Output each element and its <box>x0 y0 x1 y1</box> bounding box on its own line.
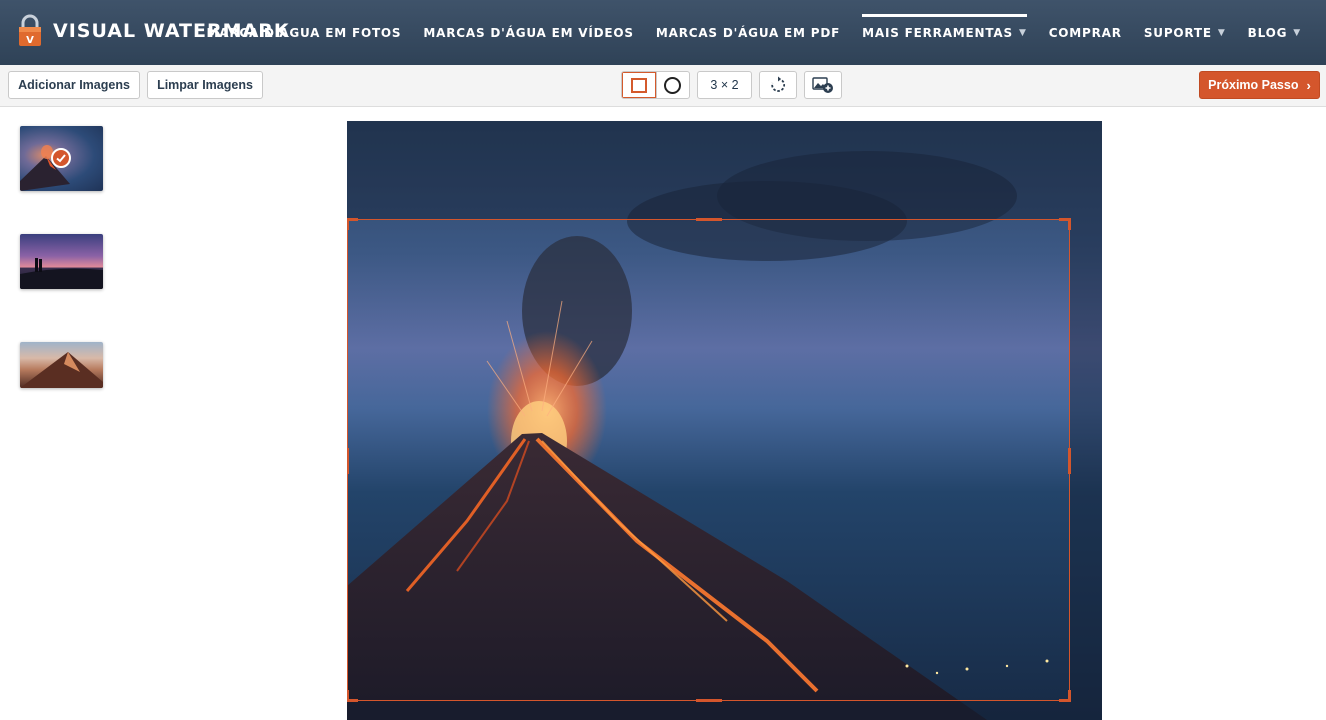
thumbnail-volcano[interactable] <box>20 126 103 191</box>
crop-handle-bottom-middle[interactable] <box>696 699 722 702</box>
caret-down-icon: ▼ <box>1293 27 1301 38</box>
padlock-logo-icon: V <box>15 14 45 48</box>
top-navigation-bar: V VISUAL WATERMARK MARCA D'ÁGUA EM FOTOS… <box>0 0 1326 65</box>
nav-label: BLOG <box>1247 25 1288 40</box>
crop-handle-top-left-v[interactable] <box>347 218 349 230</box>
nav-item-blog[interactable]: BLOG ▼ <box>1237 0 1312 65</box>
thumbnail-sunset-couple[interactable] <box>20 234 103 289</box>
nav-label: SUPORTE <box>1143 25 1212 40</box>
crop-handle-bottom-right-v[interactable] <box>1068 690 1071 702</box>
crop-handle-top-right-v[interactable] <box>1068 218 1071 230</box>
crop-handle-top-middle[interactable] <box>696 218 722 221</box>
nav-label: COMPRAR <box>1048 25 1122 40</box>
nav-label: MARCAS D'ÁGUA EM VÍDEOS <box>423 25 634 40</box>
add-image-overlay-button[interactable] <box>804 71 842 99</box>
crop-handle-left-middle[interactable] <box>347 448 349 474</box>
caret-down-icon: ▼ <box>1217 27 1226 38</box>
nav-item-watermark-pdf[interactable]: MARCAS D'ÁGUA EM PDF <box>645 0 851 65</box>
nav-item-more-tools[interactable]: MAIS FERRAMENTAS ▼ <box>851 0 1038 65</box>
crop-handle-right-middle[interactable] <box>1068 448 1071 474</box>
nav-label: MARCAS D'ÁGUA EM PDF <box>655 25 841 40</box>
main-nav: MARCA D'ÁGUA EM FOTOS MARCAS D'ÁGUA EM V… <box>195 0 1312 65</box>
clear-images-button[interactable]: Limpar Imagens <box>147 71 263 99</box>
rectangle-icon <box>630 77 647 93</box>
circle-shape-button[interactable] <box>655 72 690 98</box>
nav-item-buy[interactable]: COMPRAR <box>1038 0 1133 65</box>
image-editor-canvas[interactable] <box>347 121 1102 720</box>
chevron-right-icon: › <box>1306 77 1311 93</box>
circle-icon <box>664 76 682 94</box>
thumbnail-mountain-ridge[interactable] <box>20 342 103 388</box>
caret-down-icon: ▼ <box>1018 27 1027 38</box>
crop-selection-frame[interactable] <box>347 218 1071 702</box>
nav-item-support[interactable]: SUPORTE ▼ <box>1133 0 1237 65</box>
next-step-label: Próximo Passo <box>1208 78 1299 92</box>
rotate-button[interactable] <box>759 71 797 99</box>
sunset-thumbnail-image <box>20 258 103 289</box>
aspect-ratio-button[interactable]: 3 × 2 <box>697 71 752 99</box>
crop-mask-right <box>1070 219 1102 720</box>
next-step-button[interactable]: Próximo Passo › <box>1199 71 1320 99</box>
selected-check-icon <box>51 148 71 168</box>
svg-text:V: V <box>26 35 34 46</box>
add-images-button[interactable]: Adicionar Imagens <box>8 71 140 99</box>
nav-item-watermark-photos[interactable]: MARCA D'ÁGUA EM FOTOS <box>195 0 412 65</box>
editor-toolbar: Adicionar Imagens Limpar Imagens 3 × 2 P… <box>0 65 1326 107</box>
rotate-icon <box>771 76 786 92</box>
crop-shape-selector <box>621 71 690 99</box>
crop-mask-top <box>347 121 1102 219</box>
rectangle-shape-button[interactable] <box>622 72 656 98</box>
nav-item-watermark-videos[interactable]: MARCAS D'ÁGUA EM VÍDEOS <box>412 0 644 65</box>
nav-label: MAIS FERRAMENTAS <box>862 25 1013 40</box>
crop-mask-bottom <box>347 701 1070 720</box>
add-image-icon <box>812 77 833 93</box>
crop-handle-bottom-left-v[interactable] <box>347 690 349 702</box>
nav-label: MARCA D'ÁGUA EM FOTOS <box>206 25 402 40</box>
mountain-thumbnail-image <box>20 352 103 388</box>
